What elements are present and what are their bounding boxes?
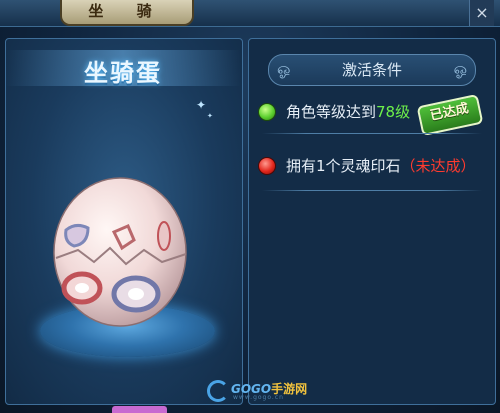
divider <box>262 133 482 134</box>
conditions-header: ஓ 激活条件 ஓ <box>268 54 476 86</box>
swirl-ornament-icon: ஓ <box>453 59 467 78</box>
window-title: 坐 骑 <box>60 0 194 26</box>
divider <box>262 190 482 191</box>
close-button[interactable]: × <box>469 0 494 26</box>
sparkle-icon: ✦ <box>196 98 207 112</box>
condition-text: 角色等级达到 <box>286 103 377 121</box>
site-watermark: GOGO手游网 www.gogo.cn <box>207 378 347 404</box>
bottom-tab[interactable] <box>112 406 167 413</box>
mount-egg-image[interactable] <box>48 170 193 330</box>
condition-met-indicator-icon <box>258 103 276 121</box>
item-name: 坐骑蛋 <box>84 59 162 87</box>
condition-row-soul-stone: 拥有1个灵魂印石（未达成） <box>258 154 488 178</box>
required-level: 78级 <box>376 103 411 121</box>
gogo-logo-icon <box>207 380 229 402</box>
conditions-header-label: 激活条件 <box>341 61 402 79</box>
sparkle-icon: ✦ <box>207 112 213 120</box>
activation-conditions-panel <box>248 38 496 405</box>
swirl-ornament-icon: ஓ <box>277 59 291 78</box>
condition-text: 拥有1个灵魂印石 <box>286 157 401 175</box>
watermark-url: www.gogo.cn <box>233 394 284 401</box>
status-unmet: （未达成） <box>400 157 476 175</box>
condition-unmet-indicator-icon <box>258 157 276 175</box>
